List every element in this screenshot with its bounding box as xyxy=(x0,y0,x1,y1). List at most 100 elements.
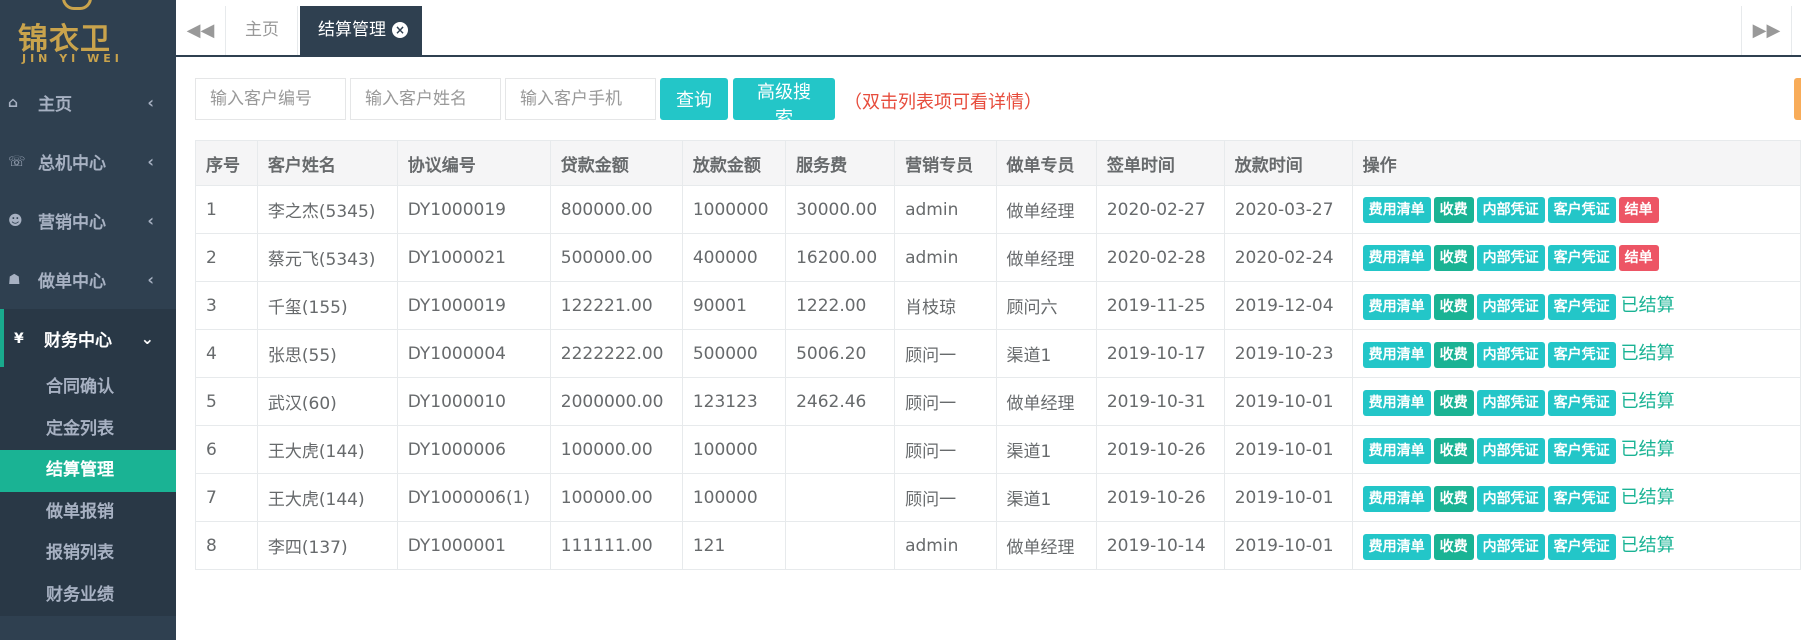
internal-voucher-button[interactable]: 内部凭证 xyxy=(1476,534,1545,560)
sidebar-item-1[interactable]: ☏ 总机中心 ‹ xyxy=(0,132,176,191)
fee-list-button[interactable]: 费用清单 xyxy=(1362,486,1431,512)
cell-loan: 111111.00 xyxy=(549,521,683,570)
cell-no: 1 xyxy=(195,185,258,234)
submenu-item[interactable]: 做单报销 xyxy=(0,492,176,534)
table-row[interactable]: 8 李四(137) DY1000001 111111.00 121 admin 做单经理 20… xyxy=(195,521,1801,570)
internal-voucher-button[interactable]: 内部凭证 xyxy=(1476,244,1545,271)
tab-home[interactable]: 主页 xyxy=(227,6,298,55)
tab-scroll-left-icon[interactable]: ◀◀ xyxy=(176,6,226,55)
cell-sales: 肖枝琼 xyxy=(894,281,997,330)
submenu-item[interactable]: 财务业绩 xyxy=(0,575,176,617)
cell-sales: 顾问一 xyxy=(894,425,997,474)
cell-processor: 做单经理 xyxy=(995,185,1097,234)
cell-name: 李四(137) xyxy=(256,521,398,570)
tab-menu-edge[interactable] xyxy=(1791,6,1801,55)
charge-button[interactable]: 收费 xyxy=(1433,534,1474,560)
submenu-item[interactable]: 定金列表 xyxy=(0,409,176,451)
customer-voucher-button[interactable]: 客户凭证 xyxy=(1547,534,1616,560)
double-click-hint: （双击列表项可看详情） xyxy=(844,92,1042,113)
cell-sales: 顾问一 xyxy=(894,473,997,522)
internal-voucher-button[interactable]: 内部凭证 xyxy=(1476,196,1545,223)
fee-list-button[interactable]: 费用清单 xyxy=(1362,390,1431,416)
sidebar-item-3[interactable]: ☗ 做单中心 ‹ xyxy=(0,250,176,309)
customer-no-input[interactable] xyxy=(195,78,346,120)
charge-button[interactable]: 收费 xyxy=(1433,438,1474,464)
cell-no: 2 xyxy=(195,233,258,282)
fee-list-button[interactable]: 费用清单 xyxy=(1362,294,1431,320)
table-row[interactable]: 7 王大虎(144) DY1000006(1) 100000.00 100000 顾问一渠… xyxy=(195,473,1801,522)
cell-loan_date: 2019-12-04 xyxy=(1223,281,1353,330)
charge-button[interactable]: 收费 xyxy=(1433,390,1474,416)
charge-button[interactable]: 收费 xyxy=(1433,244,1474,271)
customer-phone-input[interactable] xyxy=(505,78,656,120)
settle-button[interactable]: 结单 xyxy=(1618,244,1659,271)
cell-agreement: DY1000006 xyxy=(396,425,551,474)
fee-list-button[interactable]: 费用清单 xyxy=(1362,342,1431,368)
column-header: 放款金额 xyxy=(681,140,787,186)
logo: 锦衣卫 JIN YI WEI xyxy=(0,0,176,70)
advanced-search-button[interactable]: 高级搜索 xyxy=(733,78,835,129)
cell-no: 4 xyxy=(195,329,258,378)
close-icon[interactable]: × xyxy=(392,22,408,38)
cell-sign_date: 2019-10-31 xyxy=(1095,377,1225,426)
customer-voucher-button[interactable]: 客户凭证 xyxy=(1547,486,1616,512)
customer-voucher-button[interactable]: 客户凭证 xyxy=(1547,438,1616,464)
customer-name-input[interactable] xyxy=(350,78,501,120)
fee-list-button[interactable]: 费用清单 xyxy=(1362,196,1431,223)
internal-voucher-button[interactable]: 内部凭证 xyxy=(1476,486,1545,512)
cell-actions: 费用清单 收费 内部凭证 客户凭证 已结算 xyxy=(1351,377,1801,426)
submenu-item[interactable]: 报销列表 xyxy=(0,533,176,575)
cell-disbursed: 121 xyxy=(681,521,787,570)
cell-loan_date: 2019-10-01 xyxy=(1223,521,1353,570)
sidebar-item-0[interactable]: ⌂ 主页 ‹ xyxy=(0,73,176,132)
charge-button[interactable]: 收费 xyxy=(1433,486,1474,512)
column-header: 协议编号 xyxy=(396,140,551,186)
sidebar-item-4[interactable]: ¥ 财务中心 ⌄ xyxy=(0,309,176,368)
internal-voucher-button[interactable]: 内部凭证 xyxy=(1476,390,1545,416)
table-row[interactable]: 3 千玺(155) DY1000019 122221.00 90001 1222.00 肖枝… xyxy=(195,281,1801,330)
cell-actions: 费用清单 收费 内部凭证 客户凭证 已结算 xyxy=(1351,281,1801,330)
settled-status: 已结算 xyxy=(1620,439,1675,460)
submenu-item[interactable]: 合同确认 xyxy=(0,367,176,409)
cell-processor: 渠道1 xyxy=(995,329,1097,378)
fee-list-button[interactable]: 费用清单 xyxy=(1362,438,1431,464)
tab-scroll-right-icon[interactable]: ▶▶ xyxy=(1741,6,1791,55)
cell-name: 李之杰(5345) xyxy=(256,185,398,234)
internal-voucher-button[interactable]: 内部凭证 xyxy=(1476,438,1545,464)
customer-voucher-button[interactable]: 客户凭证 xyxy=(1547,294,1616,320)
customer-voucher-button[interactable]: 客户凭证 xyxy=(1547,196,1616,223)
cell-agreement: DY1000021 xyxy=(396,233,551,282)
charge-button[interactable]: 收费 xyxy=(1433,196,1474,223)
customer-voucher-button[interactable]: 客户凭证 xyxy=(1547,390,1616,416)
charge-button[interactable]: 收费 xyxy=(1433,342,1474,368)
customer-voucher-button[interactable]: 客户凭证 xyxy=(1547,244,1616,271)
query-button[interactable]: 查询 xyxy=(660,78,728,120)
sidebar: 锦衣卫 JIN YI WEI ⌂ 主页 ‹ ☏ 总机中心 ‹ ☻ 营销中心 ‹ ☗ 做单中心 ‹ ¥ 财务… xyxy=(0,0,176,640)
cell-fee: 5006.20 xyxy=(785,329,896,378)
settlement-table: 序号 客户姓名 协议编号 贷款金额 放款金额 服务费 营销专员 做单专员 签单时间 放款时间 操作 … xyxy=(195,140,1801,570)
fee-list-button[interactable]: 费用清单 xyxy=(1362,534,1431,560)
cell-loan: 122221.00 xyxy=(549,281,683,330)
fee-list-button[interactable]: 费用清单 xyxy=(1362,244,1431,271)
cell-sign_date: 2019-10-26 xyxy=(1095,473,1225,522)
charge-button[interactable]: 收费 xyxy=(1433,294,1474,320)
tab-settlement[interactable]: 结算管理 × xyxy=(300,6,422,55)
sidebar-item-2[interactable]: ☻ 营销中心 ‹ xyxy=(0,191,176,250)
cell-no: 6 xyxy=(195,425,258,474)
internal-voucher-button[interactable]: 内部凭证 xyxy=(1476,294,1545,320)
cell-name: 王大虎(144) xyxy=(256,425,398,474)
table-row[interactable]: 6 王大虎(144) DY1000006 100000.00 100000 顾问一 渠道1 2… xyxy=(195,425,1801,474)
cell-agreement: DY1000004 xyxy=(396,329,551,378)
cell-loan_date: 2020-02-24 xyxy=(1223,233,1353,282)
customer-voucher-button[interactable]: 客户凭证 xyxy=(1547,342,1616,368)
table-row[interactable]: 4 张思(55) DY1000004 2222222.00 500000 5006.20 顾… xyxy=(195,329,1801,378)
internal-voucher-button[interactable]: 内部凭证 xyxy=(1476,342,1545,368)
users-icon: ☻ xyxy=(8,212,23,229)
settle-button[interactable]: 结单 xyxy=(1618,196,1659,223)
cell-fee: 2462.46 xyxy=(785,377,896,426)
table-row[interactable]: 5 武汉(60) DY1000010 2000000.00 123123 2462.46 顾… xyxy=(195,377,1801,426)
side-action-tab[interactable] xyxy=(1794,78,1801,120)
table-row[interactable]: 2 蔡元飞(5343) DY1000021 500000.00 400000 16200.… xyxy=(195,233,1801,282)
table-row[interactable]: 1 李之杰(5345) DY1000019 800000.00 1000000 30000… xyxy=(195,185,1801,234)
submenu-item[interactable]: 结算管理 xyxy=(0,450,176,492)
